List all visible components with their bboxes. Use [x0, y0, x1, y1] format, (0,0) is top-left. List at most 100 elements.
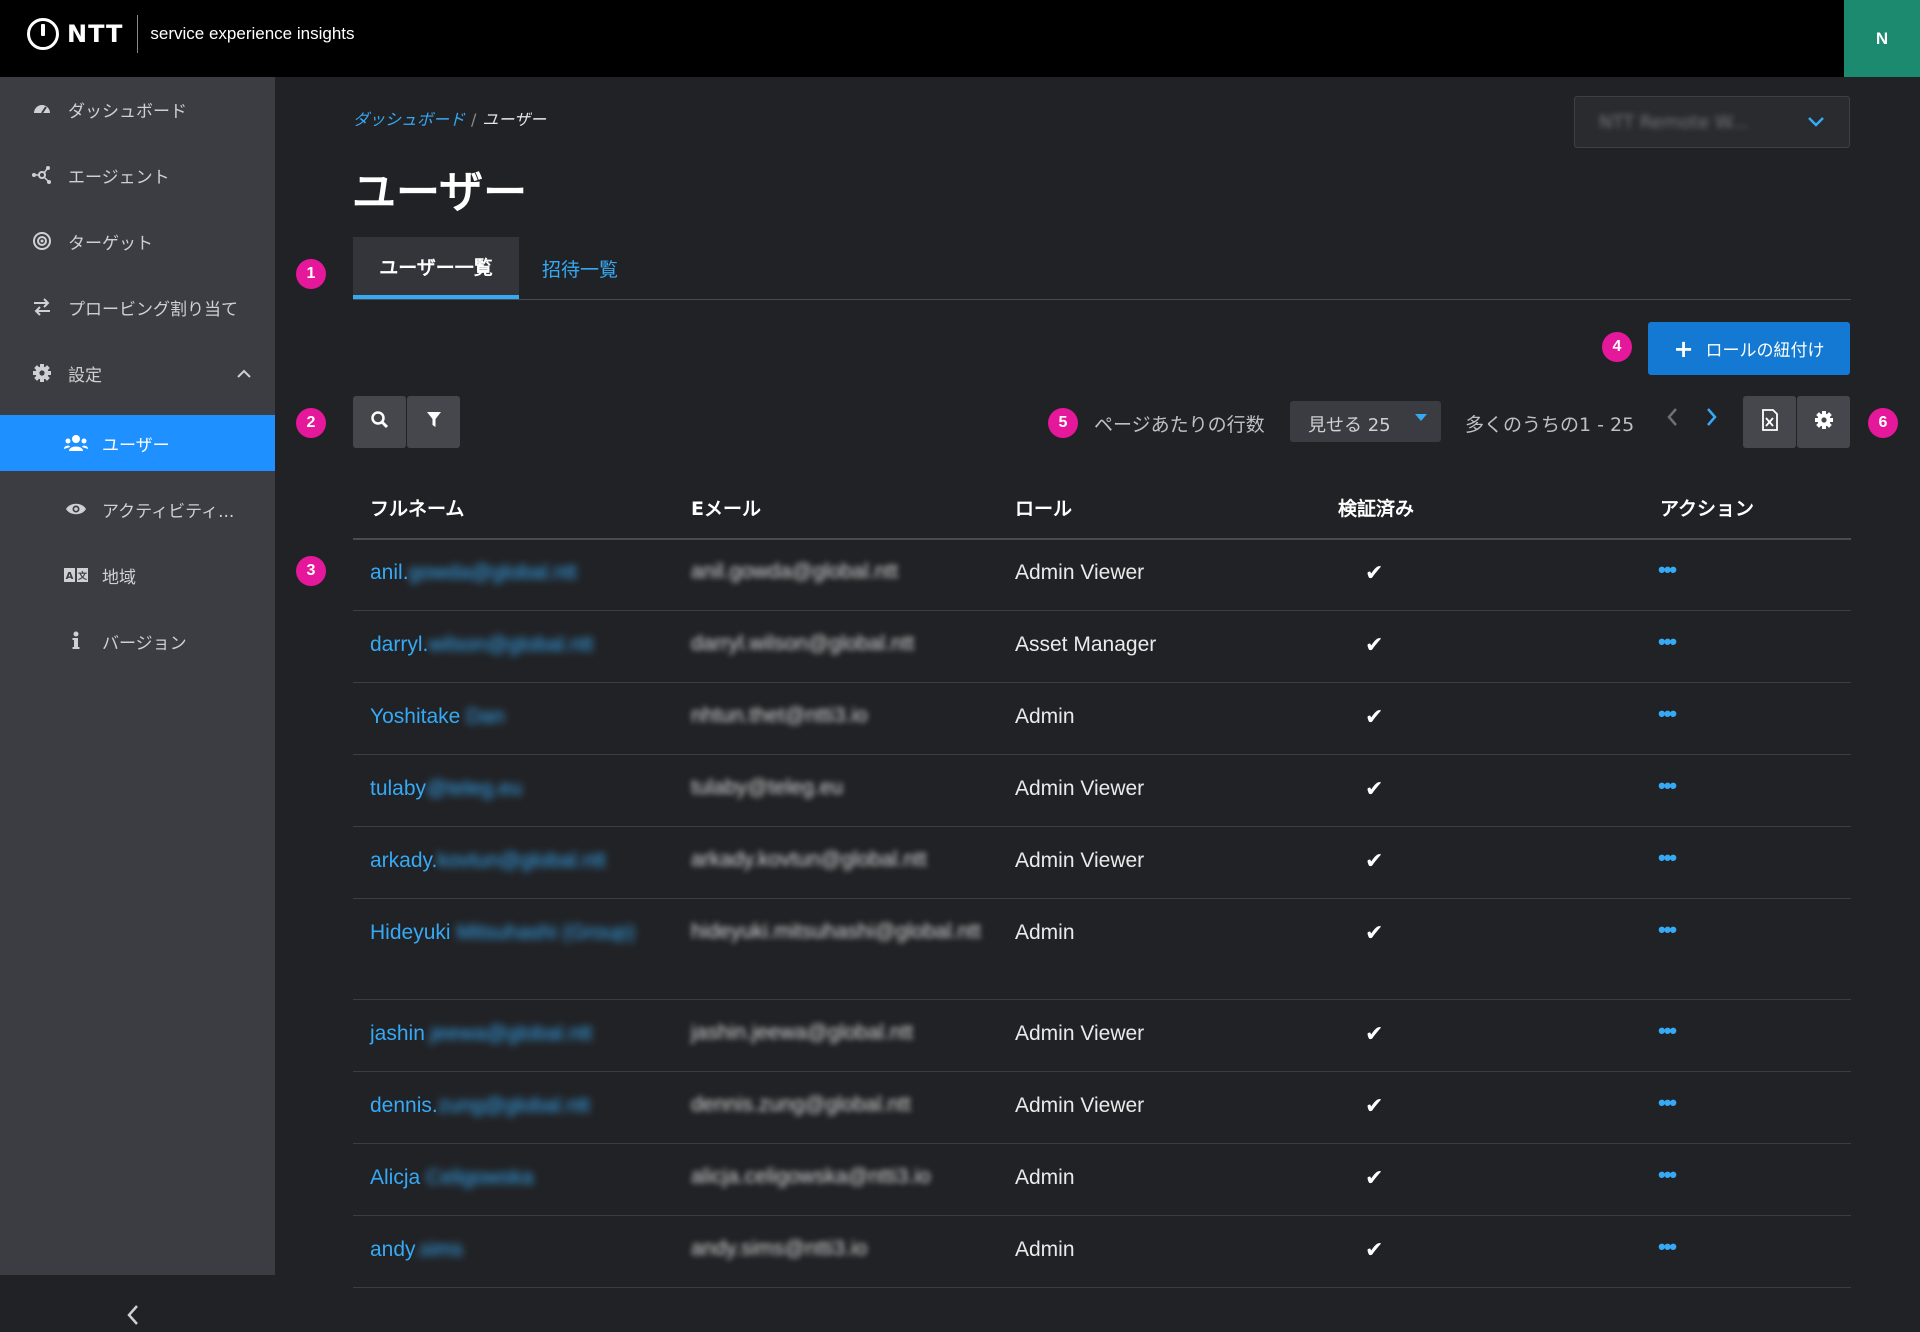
table-row: darryl.wilson@global.ntt darryl.wilson@gl…: [353, 611, 1851, 683]
user-name-first: Hideyuki: [370, 921, 451, 944]
logo-text: NTT: [67, 20, 124, 48]
collapse-sidebar-button[interactable]: [125, 1303, 141, 1332]
assign-role-button[interactable]: + ロールの紐付け: [1648, 322, 1850, 375]
plus-icon: +: [1673, 334, 1694, 363]
sidebar-item-targets[interactable]: ターゲット: [0, 213, 275, 269]
breadcrumb-dashboard-link[interactable]: ダッシュボード: [353, 110, 465, 129]
callout-badge-5: 5: [1048, 408, 1078, 438]
callout-badge-1: 1: [296, 259, 326, 289]
next-page-button[interactable]: [1705, 405, 1719, 435]
sidebar-item-label: 地域: [102, 567, 136, 588]
rows-per-page-select[interactable]: 見せる 25: [1290, 401, 1441, 442]
table-row: Yoshitake Dan nhtun.thet@ntti3.io Admin ✔ ••…: [353, 683, 1851, 755]
row-actions-button[interactable]: •••: [1658, 1018, 1677, 1044]
callout-badge-2: 2: [296, 408, 326, 438]
sidebar-item-label: 設定: [68, 365, 102, 386]
user-name-first: anil.: [370, 561, 409, 584]
sidebar-item-label: バージョン: [102, 633, 187, 654]
table-settings-button[interactable]: [1797, 396, 1850, 448]
user-role: Admin Viewer: [1015, 1094, 1145, 1117]
row-actions-button[interactable]: •••: [1658, 557, 1677, 583]
row-actions-button[interactable]: •••: [1658, 1162, 1677, 1188]
user-name-link[interactable]: jashin.jeewa@global.ntt: [370, 1022, 592, 1046]
user-name-link[interactable]: andy.sims: [370, 1238, 463, 1262]
tab-user-list[interactable]: ユーザー一覧: [353, 237, 519, 299]
rows-per-page-value: 見せる 25: [1308, 415, 1391, 436]
user-avatar[interactable]: N: [1844, 0, 1920, 77]
table-row: Hideyuki Mitsuhashi (Group) hideyuki.mits…: [353, 899, 1851, 1000]
column-header-verified[interactable]: 検証済み: [1338, 494, 1414, 521]
user-name-link[interactable]: anil.gowda@global.ntt: [370, 561, 577, 585]
previous-page-button[interactable]: [1665, 405, 1679, 435]
user-email: nhtun.thet@ntti3.io: [691, 704, 868, 727]
chevron-up-icon: [237, 364, 251, 383]
filter-icon: [426, 411, 442, 433]
row-actions-button[interactable]: •••: [1658, 1090, 1677, 1116]
swap-arrows-icon: [28, 298, 56, 316]
user-email: jashin.jeewa@global.ntt: [691, 1021, 914, 1044]
user-name-rest: Celigowska: [420, 1166, 534, 1189]
export-excel-button[interactable]: [1743, 396, 1796, 448]
user-email: andy.sims@ntti3.io: [691, 1237, 868, 1260]
user-name-link[interactable]: tulaby@teleg.eu: [370, 777, 522, 801]
user-email: dennis.zung@global.ntt: [691, 1093, 911, 1116]
user-name-link[interactable]: darryl.wilson@global.ntt: [370, 633, 593, 657]
language-icon: A文: [62, 568, 90, 582]
column-header-role[interactable]: ロール: [1015, 494, 1072, 521]
row-actions-button[interactable]: •••: [1658, 917, 1677, 943]
sidebar-item-probing[interactable]: プロービング割り当て: [0, 279, 275, 335]
sidebar-item-dashboard[interactable]: ダッシュボード: [0, 81, 275, 137]
pagination-range: 多くのうちの1 - 25: [1465, 414, 1635, 436]
user-name-rest: .sims: [413, 1238, 463, 1261]
filter-button[interactable]: [407, 396, 460, 448]
sidebar-item-region[interactable]: A文 地域: [0, 547, 275, 603]
sidebar-item-agents[interactable]: エージェント: [0, 147, 275, 203]
user-name-rest: wilson@global.ntt: [428, 633, 594, 656]
user-email: tulaby@teleg.eu: [691, 776, 844, 799]
row-actions-button[interactable]: •••: [1658, 701, 1677, 727]
breadcrumb: ダッシュボード / ユーザー: [353, 106, 546, 130]
sidebar-item-users[interactable]: ユーザー: [0, 415, 275, 471]
row-actions-button[interactable]: •••: [1658, 773, 1677, 799]
sidebar-item-version[interactable]: バージョン: [0, 613, 275, 669]
user-name-rest: kovtun@global.ntt: [437, 849, 606, 872]
verified-check-icon: ✔: [1365, 776, 1384, 801]
ntt-logo-icon: [27, 18, 59, 50]
sidebar-item-settings[interactable]: 設定: [0, 345, 275, 401]
organization-select[interactable]: NTT Remote W...: [1574, 96, 1850, 148]
top-bar: NTT service experience insights N: [0, 0, 1920, 77]
row-actions-button[interactable]: •••: [1658, 629, 1677, 655]
user-email: alicja.celigowska@ntti3.io: [691, 1165, 931, 1188]
column-header-action[interactable]: アクション: [1660, 494, 1754, 521]
search-button[interactable]: [353, 396, 406, 448]
brand-subtitle: service experience insights: [150, 24, 355, 43]
eye-icon: [62, 502, 90, 516]
user-name-link[interactable]: Hideyuki Mitsuhashi (Group): [370, 921, 635, 945]
user-name-first: tulaby: [370, 777, 427, 800]
user-role: Admin: [1015, 1238, 1075, 1261]
user-email: darryl.wilson@global.ntt: [691, 632, 915, 655]
assign-role-label: ロールの紐付け: [1705, 341, 1825, 361]
user-name-link[interactable]: arkady.kovtun@global.ntt: [370, 849, 606, 873]
user-role: Admin Viewer: [1015, 1022, 1145, 1045]
user-name-link[interactable]: dennis.zung@global.ntt: [370, 1094, 590, 1118]
brand[interactable]: NTT service experience insights: [27, 15, 355, 53]
user-name-rest: @teleg.eu: [426, 777, 523, 800]
column-header-email[interactable]: Eメール: [691, 494, 761, 521]
user-name-link[interactable]: Alicja Celigowska: [370, 1166, 533, 1190]
row-actions-button[interactable]: •••: [1658, 845, 1677, 871]
sidebar-item-activity[interactable]: アクティビティ...: [0, 481, 275, 537]
column-header-fullname[interactable]: フルネーム: [370, 494, 464, 521]
table-row: arkady.kovtun@global.ntt arkady.kovtun@gl…: [353, 827, 1851, 899]
verified-check-icon: ✔: [1365, 1093, 1384, 1118]
row-actions-button[interactable]: •••: [1658, 1234, 1677, 1260]
svg-text:A: A: [66, 571, 74, 582]
breadcrumb-current: ユーザー: [482, 110, 547, 129]
user-name-link[interactable]: Yoshitake Dan: [370, 705, 505, 729]
dashboard-gauge-icon: [28, 99, 56, 119]
table-row: jashin.jeewa@global.ntt jashin.jeewa@glob…: [353, 1000, 1851, 1072]
tab-invitations[interactable]: 招待一覧: [542, 237, 618, 299]
user-name-rest: gowda@global.ntt: [408, 561, 577, 584]
user-role: Admin: [1015, 1166, 1075, 1189]
user-role: Admin: [1015, 705, 1075, 728]
